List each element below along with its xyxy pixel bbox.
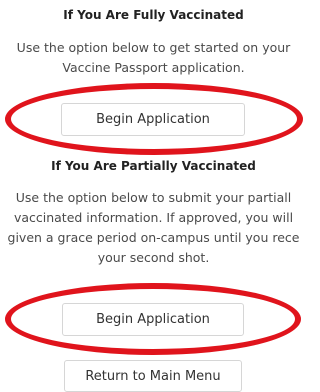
description-line: given a grace period on-campus until you… bbox=[7, 230, 300, 245]
description-line: Use the option below to get started on y… bbox=[16, 40, 291, 55]
description-line: Use the option below to submit your part… bbox=[15, 190, 292, 205]
description-line: Vaccine Passport application. bbox=[62, 60, 245, 75]
return-to-main-menu-button[interactable]: Return to Main Menu bbox=[64, 360, 242, 392]
fully-vaccinated-description: Use the option below to get started on y… bbox=[0, 38, 307, 78]
partially-vaccinated-heading: If You Are Partially Vaccinated bbox=[51, 159, 256, 173]
fully-vaccinated-heading: If You Are Fully Vaccinated bbox=[63, 8, 244, 22]
partially-vaccinated-description: Use the option below to submit your part… bbox=[0, 188, 307, 268]
begin-application-partially-vaccinated-button[interactable]: Begin Application bbox=[62, 303, 244, 336]
description-line: your second shot. bbox=[97, 250, 210, 265]
vaccine-passport-options: If You Are Fully Vaccinated Use the opti… bbox=[0, 0, 307, 392]
begin-application-fully-vaccinated-button[interactable]: Begin Application bbox=[61, 103, 245, 136]
description-line: vaccinated information. If approved, you… bbox=[13, 210, 294, 225]
